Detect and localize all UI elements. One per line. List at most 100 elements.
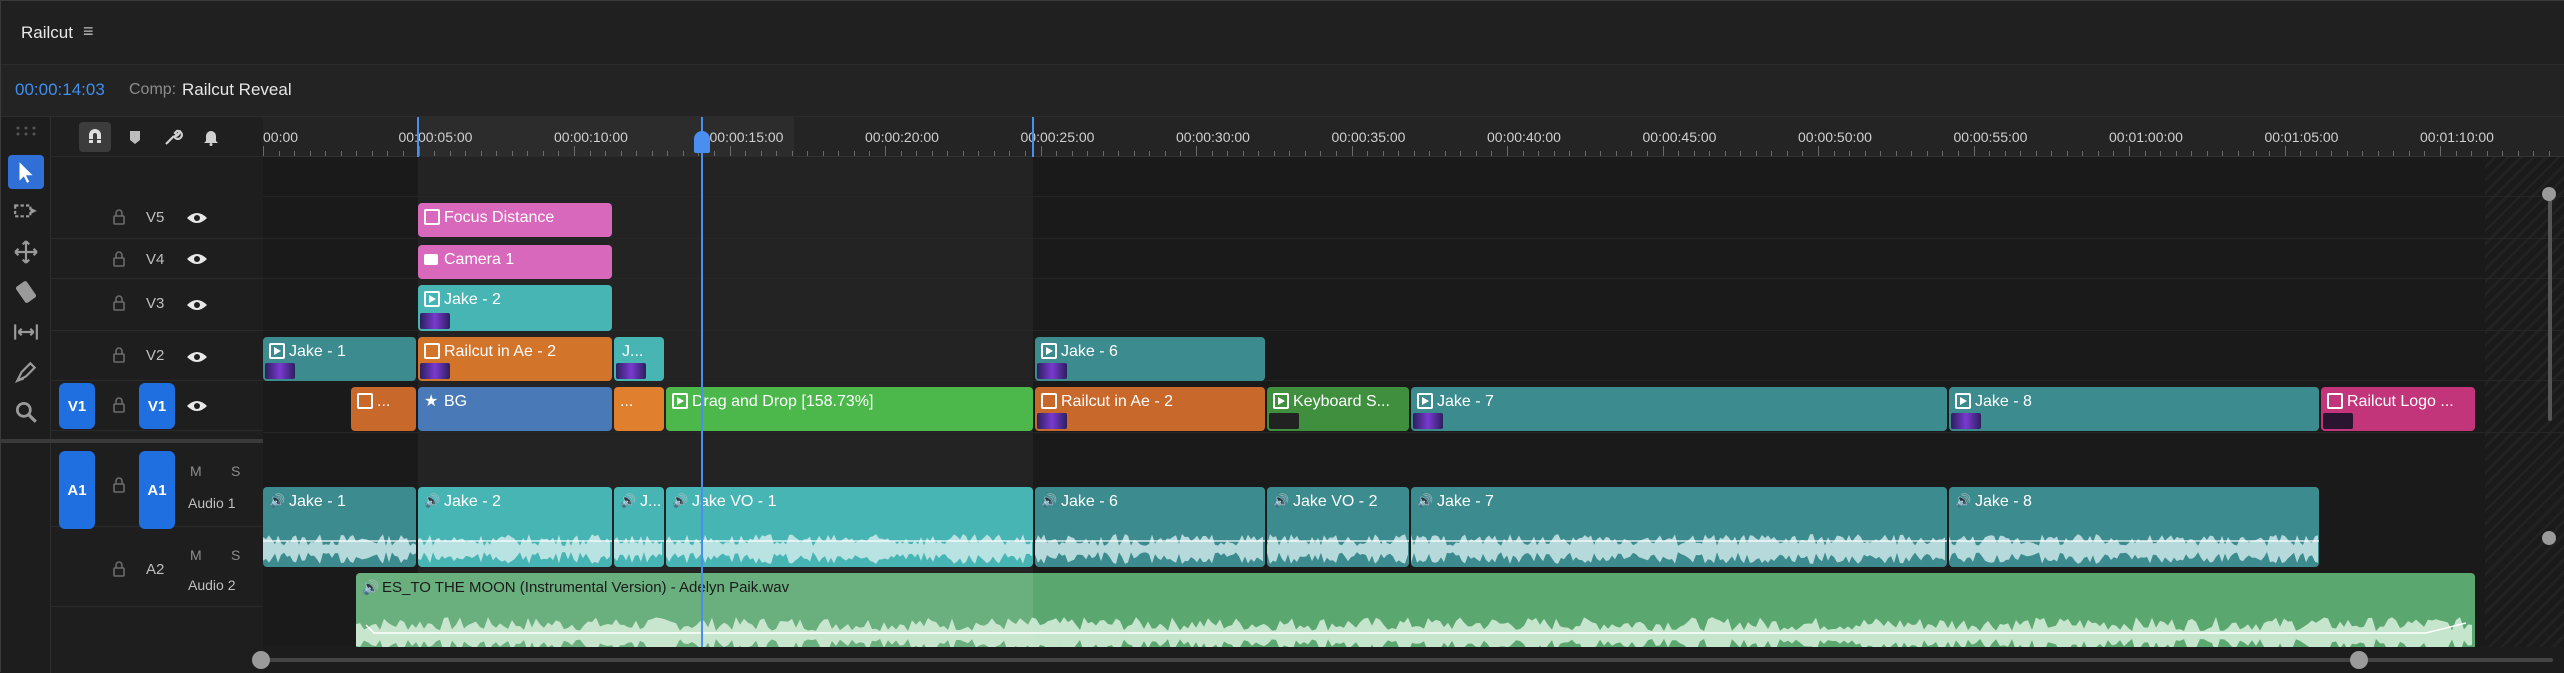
solo-button[interactable]: S: [231, 547, 240, 563]
eye-icon[interactable]: [186, 398, 208, 414]
zoom-tool-button[interactable]: [8, 395, 44, 429]
clip-v1-jake-8[interactable]: Jake - 8: [1949, 387, 2319, 431]
grip-icon[interactable]: [15, 123, 37, 136]
audio-waveform: [1411, 534, 1947, 564]
lock-icon[interactable]: [109, 475, 129, 495]
video-clip-icon: [424, 291, 440, 307]
ruler-tick: [1786, 151, 1788, 156]
time-ruler[interactable]: 00:00 00:00:05:00 00:00:10:00 00:00:15:00 00…: [263, 117, 2564, 157]
lock-icon[interactable]: [109, 207, 129, 227]
tool-panel: [1, 117, 51, 673]
ruler-tick: [2455, 151, 2457, 156]
playhead-handle[interactable]: [694, 131, 710, 153]
clip-a1[interactable]: 🔊 Jake - 2: [418, 487, 612, 567]
source-patch-v1[interactable]: V1: [59, 383, 95, 429]
eye-icon[interactable]: [186, 210, 208, 226]
ruler-tick: [1335, 151, 1337, 156]
clip-v2-railcut-in-ae-2[interactable]: Railcut in Ae - 2: [418, 337, 612, 381]
vertical-scrollbar[interactable]: [2548, 191, 2552, 421]
scroll-start-handle[interactable]: [252, 651, 270, 669]
menu-icon[interactable]: ≡: [83, 21, 94, 42]
clip-label: J...: [622, 343, 644, 360]
current-timecode[interactable]: 00:00:14:03: [15, 80, 105, 100]
ruler-tick: [1818, 146, 1819, 156]
clip-a1[interactable]: 🔊 Jake - 8: [1949, 487, 2319, 567]
clip-v5-focus-distance[interactable]: Focus Distance: [418, 203, 612, 237]
eye-icon[interactable]: [186, 297, 208, 313]
clip-label: Jake - 7: [1437, 493, 1494, 510]
clip-v2-jake-6[interactable]: Jake - 6: [1035, 337, 1265, 381]
ruler-tick: [1273, 151, 1275, 156]
clip-v1-comp[interactable]: ...: [351, 387, 416, 431]
ruler-tick: [2362, 151, 2364, 156]
eye-icon[interactable]: [186, 251, 208, 267]
add-marker-button[interactable]: [119, 122, 151, 152]
clip-a2-music[interactable]: 🔊 ES_TO THE MOON (Instrumental Version) …: [356, 573, 2475, 653]
ruler-tick: [496, 151, 498, 156]
ruler-tick: [2191, 151, 2193, 156]
clip-v4-camera-1[interactable]: Camera 1: [418, 245, 612, 279]
mute-button[interactable]: M: [190, 547, 202, 563]
clip-v1-orange-short[interactable]: ...: [614, 387, 664, 431]
solo-button[interactable]: S: [231, 463, 240, 479]
notifications-button[interactable]: [195, 122, 227, 152]
razor-tool-button[interactable]: [8, 275, 44, 309]
ruler-tick: [745, 151, 747, 156]
ruler-tick: [371, 151, 373, 156]
clip-v1-jake-7[interactable]: Jake - 7: [1411, 387, 1947, 431]
lock-icon[interactable]: [109, 559, 129, 579]
source-patch-a1[interactable]: A1: [59, 451, 95, 529]
lock-icon[interactable]: [109, 395, 129, 415]
clip-v3-jake-2[interactable]: Jake - 2: [418, 285, 612, 331]
select-tool-button[interactable]: [8, 155, 44, 189]
clip-a1[interactable]: 🔊 Jake - 1: [263, 487, 416, 567]
scroll-end-handle[interactable]: [2350, 651, 2368, 669]
lock-icon[interactable]: [109, 249, 129, 269]
clip-label: Jake VO - 2: [1293, 493, 1378, 510]
timeline-settings-button[interactable]: [157, 122, 189, 152]
clip-a1[interactable]: 🔊 Jake VO - 2: [1267, 487, 1409, 567]
clip-v1-keyboard-s[interactable]: Keyboard S...: [1267, 387, 1409, 431]
track-name: A2: [146, 561, 165, 578]
clip-a1[interactable]: 🔊 Jake - 6: [1035, 487, 1265, 567]
ruler-tick: [1118, 151, 1120, 156]
clip-v1-railcut-in-ae-2[interactable]: Railcut in Ae - 2: [1035, 387, 1265, 431]
pen-tool-button[interactable]: [8, 355, 44, 389]
ruler-tick: [993, 151, 995, 156]
track-select-tool-button[interactable]: [8, 195, 44, 229]
snap-button[interactable]: [79, 122, 111, 152]
in-point-marker[interactable]: [417, 117, 419, 157]
eye-icon[interactable]: [186, 349, 208, 365]
track-headers: V5 V4 V3 V2 V1 V1 A1 A1 M S Audio 1 A2 M…: [51, 117, 263, 673]
slip-tool-button[interactable]: [8, 315, 44, 349]
lock-icon[interactable]: [109, 293, 129, 313]
track-target-v1[interactable]: V1: [139, 383, 175, 429]
comp-clip-icon: [424, 343, 440, 359]
track-target-a1[interactable]: A1: [139, 451, 175, 529]
vscroll-top-handle[interactable]: [2542, 187, 2556, 201]
ruler-tick: [1833, 151, 1835, 156]
ruler-tick: [325, 151, 327, 156]
out-point-marker[interactable]: [1032, 117, 1034, 157]
clip-v2-jake-1[interactable]: Jake - 1: [263, 337, 416, 381]
clip-a1[interactable]: 🔊 Jake - 7: [1411, 487, 1947, 567]
mute-button[interactable]: M: [190, 463, 202, 479]
clip-v1-bg[interactable]: ★ BG: [418, 387, 612, 431]
clip-a1[interactable]: 🔊 Jake VO - 1: [666, 487, 1033, 567]
lock-icon[interactable]: [109, 345, 129, 365]
clip-v1-drag-and-drop[interactable]: Drag and Drop [158.73%]: [666, 387, 1033, 431]
ruler-tick: [1973, 146, 1975, 156]
clip-label: ES_TO THE MOON (Instrumental Version) - …: [382, 579, 790, 596]
clip-a1[interactable]: 🔊 J...: [614, 487, 664, 567]
ripple-tool-button[interactable]: [8, 235, 44, 269]
horizontal-scrollbar[interactable]: [252, 647, 2564, 673]
audio-waveform: [356, 617, 2472, 653]
vscroll-bottom-handle[interactable]: [2542, 531, 2556, 545]
speaker-icon: 🔊: [269, 493, 286, 508]
scroll-track[interactable]: [263, 658, 2553, 662]
playhead[interactable]: [701, 117, 703, 673]
timeline[interactable]: 00:00 00:00:05:00 00:00:10:00 00:00:15:00 00…: [263, 117, 2564, 673]
clip-v1-railcut-logo[interactable]: Railcut Logo ...: [2321, 387, 2475, 431]
clip-v2-j[interactable]: J...: [614, 337, 664, 381]
ruler-tick: [962, 151, 964, 156]
